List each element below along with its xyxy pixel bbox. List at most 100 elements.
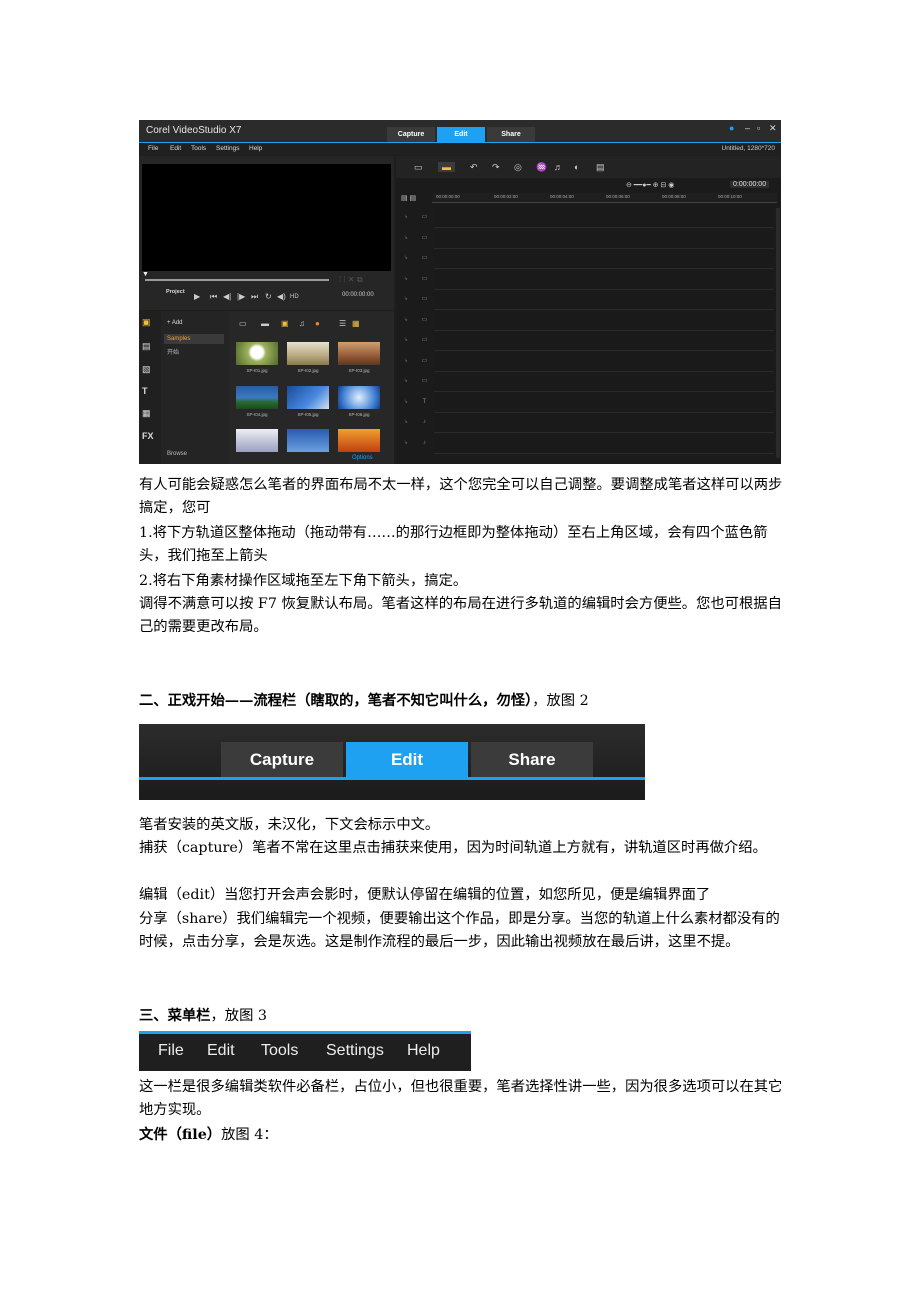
tab-edit[interactable]: Edit: [346, 742, 468, 777]
thumbnail[interactable]: [338, 429, 380, 452]
tab-capture[interactable]: Capture: [221, 742, 343, 777]
scrubber-handle-icon[interactable]: ▼: [142, 271, 149, 278]
track-lock-icon[interactable]: ↳: [400, 296, 412, 302]
timeline-scrollbar[interactable]: [776, 208, 780, 458]
thumbnail[interactable]: [338, 342, 380, 365]
clip-tools-icon[interactable]: ⁞ ⁞ ✕ ⧉: [339, 275, 363, 285]
track-lock-icon[interactable]: ↳: [400, 255, 412, 261]
minimize-icon[interactable]: –: [745, 123, 750, 133]
track-lock-icon[interactable]: ↳: [400, 317, 412, 323]
thumbnail[interactable]: [236, 386, 278, 409]
redo-icon[interactable]: ↷: [492, 162, 500, 173]
thumbnail[interactable]: [236, 342, 278, 365]
prev-frame-icon[interactable]: ◀|: [223, 292, 231, 301]
sound-mixer-icon[interactable]: ♒: [536, 162, 547, 173]
track-lock-icon[interactable]: ↳: [400, 440, 412, 446]
timeline-ruler[interactable]: 00:00:00:00 00:00:02:00 00:00:04:00 00:0…: [432, 193, 777, 203]
auto-music-icon[interactable]: ♬: [554, 162, 563, 172]
thumbnail[interactable]: [338, 386, 380, 409]
timeline-track[interactable]: [434, 208, 774, 228]
options-button[interactable]: Options: [352, 455, 373, 461]
menu-edit[interactable]: Edit: [207, 1042, 235, 1060]
menu-file[interactable]: File: [148, 145, 158, 152]
subtitle-editor-icon[interactable]: ▤: [596, 162, 605, 173]
play-icon[interactable]: ▶: [194, 292, 200, 301]
close-icon[interactable]: ✕: [769, 123, 777, 134]
menu-help[interactable]: Help: [407, 1042, 440, 1060]
help-icon[interactable]: ●: [729, 123, 734, 133]
scrubber-bar[interactable]: [145, 279, 329, 281]
track-lock-icon[interactable]: ↳: [400, 399, 412, 405]
timeline-track[interactable]: [434, 310, 774, 331]
track-header-icon[interactable]: ▭: [416, 331, 433, 350]
track-manager-icon[interactable]: ▤ ▤: [401, 194, 416, 202]
thumbnail[interactable]: [287, 429, 329, 452]
audio-filter-icon[interactable]: ♫: [299, 319, 305, 328]
track-header-icon[interactable]: ▭: [416, 311, 433, 330]
timeline-track[interactable]: [434, 433, 774, 454]
timeline-track[interactable]: [434, 249, 774, 269]
media-icon[interactable]: ▣: [142, 317, 151, 328]
menu-edit[interactable]: Edit: [170, 145, 181, 152]
track-header-icon[interactable]: ▭: [416, 249, 433, 268]
record-capture-icon[interactable]: ◎: [514, 162, 522, 173]
hd-label[interactable]: HD: [290, 294, 299, 300]
video-filter-icon[interactable]: ▬: [261, 319, 269, 328]
grid-view-icon[interactable]: ▦: [352, 319, 360, 328]
menu-file[interactable]: File: [158, 1042, 184, 1060]
track-lock-icon[interactable]: ↳: [400, 235, 412, 241]
storyboard-view-icon[interactable]: ▭: [414, 162, 423, 173]
timeline-track[interactable]: [434, 331, 774, 351]
menu-settings[interactable]: Settings: [216, 145, 240, 152]
track-lock-icon[interactable]: ↳: [400, 214, 412, 220]
transition-icon[interactable]: ▧: [142, 364, 151, 375]
folder-icon[interactable]: ▭: [239, 319, 247, 328]
title-icon[interactable]: T: [142, 386, 148, 396]
flash-filter-icon[interactable]: ●: [315, 319, 320, 328]
track-lock-icon[interactable]: ↳: [400, 378, 412, 384]
track-header-icon[interactable]: ▭: [416, 208, 433, 227]
menu-help[interactable]: Help: [249, 145, 262, 152]
thumbnail[interactable]: [236, 429, 278, 452]
samples-folder[interactable]: Samples: [167, 336, 190, 342]
add-button[interactable]: + Add: [167, 320, 183, 326]
graphic-icon[interactable]: ▦: [142, 408, 151, 419]
timeline-track[interactable]: [434, 413, 774, 433]
track-lock-icon[interactable]: ↳: [400, 358, 412, 364]
timeline-timecode[interactable]: 0:00:00:00: [730, 181, 770, 188]
timeline-track[interactable]: [434, 372, 774, 392]
timeline-track[interactable]: [434, 392, 774, 413]
motion-tracking-icon[interactable]: ◐: [574, 162, 579, 172]
timeline-track[interactable]: [434, 351, 774, 372]
browse-button[interactable]: Browse: [167, 451, 187, 457]
tab-share[interactable]: Share: [487, 127, 535, 142]
track-header-icon[interactable]: T: [416, 393, 433, 412]
tab-edit[interactable]: Edit: [437, 127, 485, 142]
fx-icon[interactable]: FX: [142, 431, 154, 441]
project-label[interactable]: Project: [166, 289, 185, 295]
menu-tools[interactable]: Tools: [261, 1042, 298, 1060]
repeat-icon[interactable]: ↻: [265, 292, 272, 301]
end-icon[interactable]: ⏭: [251, 292, 258, 302]
zoom-controls[interactable]: ⊖ ━━●━ ⊕ ⊟ ◉: [626, 181, 674, 189]
track-header-icon[interactable]: ♪: [416, 413, 433, 432]
undo-icon[interactable]: ↶: [470, 162, 478, 173]
list-view-icon[interactable]: ☰: [339, 319, 346, 328]
tab-share[interactable]: Share: [471, 742, 593, 777]
tab-capture[interactable]: Capture: [387, 127, 435, 142]
samples-subfolder[interactable]: 开始: [167, 347, 179, 356]
timeline-track[interactable]: [434, 290, 774, 310]
timeline-track[interactable]: [434, 228, 774, 249]
menu-tools[interactable]: Tools: [191, 145, 206, 152]
track-header-icon[interactable]: ▭: [416, 372, 433, 391]
thumbnail[interactable]: [287, 386, 329, 409]
playback-timecode[interactable]: 00:00:00:00: [342, 292, 374, 298]
volume-icon[interactable]: ◀): [277, 292, 286, 301]
track-header-icon[interactable]: ♪: [416, 434, 433, 453]
track-lock-icon[interactable]: ↳: [400, 419, 412, 425]
next-frame-icon[interactable]: |▶: [237, 292, 245, 301]
instant-project-icon[interactable]: ▤: [142, 341, 151, 352]
restore-icon[interactable]: ▫: [757, 123, 760, 133]
menu-settings[interactable]: Settings: [326, 1042, 384, 1060]
track-header-icon[interactable]: ▭: [416, 270, 433, 289]
